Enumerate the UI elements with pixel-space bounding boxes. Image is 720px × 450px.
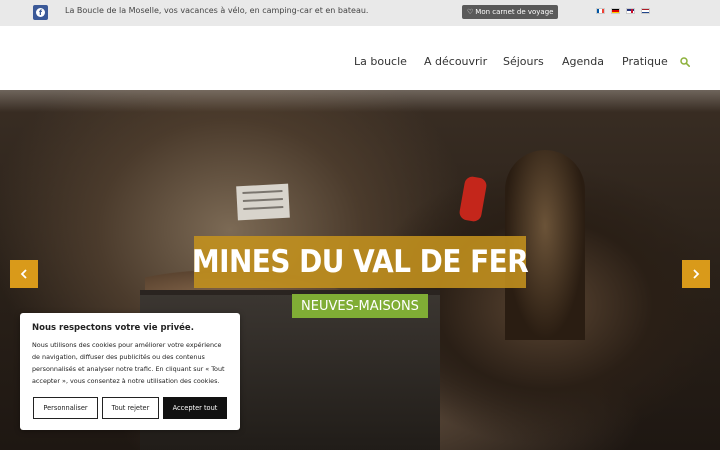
slider-next-button[interactable] <box>682 260 710 288</box>
top-bar: f La Boucle de la Moselle, vos vacances … <box>0 0 720 26</box>
slider-prev-button[interactable] <box>10 260 38 288</box>
language-switcher <box>596 8 650 14</box>
hero-title: MINES DU VAL DE FER <box>191 236 529 288</box>
flag-en-icon[interactable] <box>626 8 635 14</box>
search-icon[interactable] <box>680 57 690 67</box>
nav-item-pratique[interactable]: Pratique <box>622 55 668 68</box>
nav-item-la-boucle[interactable]: La boucle <box>354 55 407 68</box>
red-marking-image <box>458 175 488 223</box>
cookie-title: Nous respectons votre vie privée. <box>32 323 194 333</box>
chevron-right-icon <box>693 269 700 279</box>
travel-notebook-label: Mon carnet de voyage <box>475 8 554 16</box>
hero-title-text: MINES DU VAL DE FER <box>191 244 529 280</box>
travel-notebook-button[interactable]: ♡ Mon carnet de voyage <box>462 5 559 19</box>
heart-icon: ♡ <box>467 8 474 16</box>
flag-fr-icon[interactable] <box>596 8 605 14</box>
chevron-left-icon <box>20 269 27 279</box>
mine-sign-image <box>236 183 290 221</box>
reject-all-button[interactable]: Tout rejeter <box>102 397 159 419</box>
flag-de-icon[interactable] <box>611 8 620 14</box>
nav-item-agenda[interactable]: Agenda <box>562 55 604 68</box>
site-tagline: La Boucle de la Moselle, vos vacances à … <box>65 6 369 15</box>
flag-nl-icon[interactable] <box>641 8 650 14</box>
hero-subtitle-text: NEUVES-MAISONS <box>301 298 419 314</box>
cookie-text: Nous utilisons des cookies pour améliore… <box>32 341 225 385</box>
nav-item-a-decouvrir[interactable]: A découvrir <box>424 55 487 68</box>
accept-all-button[interactable]: Accepter tout <box>163 397 227 419</box>
hero-ceiling <box>0 90 720 112</box>
hero-subtitle[interactable]: NEUVES-MAISONS <box>292 294 428 318</box>
nav-item-sejours[interactable]: Séjours <box>503 55 544 68</box>
customize-button[interactable]: Personnaliser <box>33 397 98 419</box>
facebook-icon[interactable]: f <box>33 5 48 20</box>
